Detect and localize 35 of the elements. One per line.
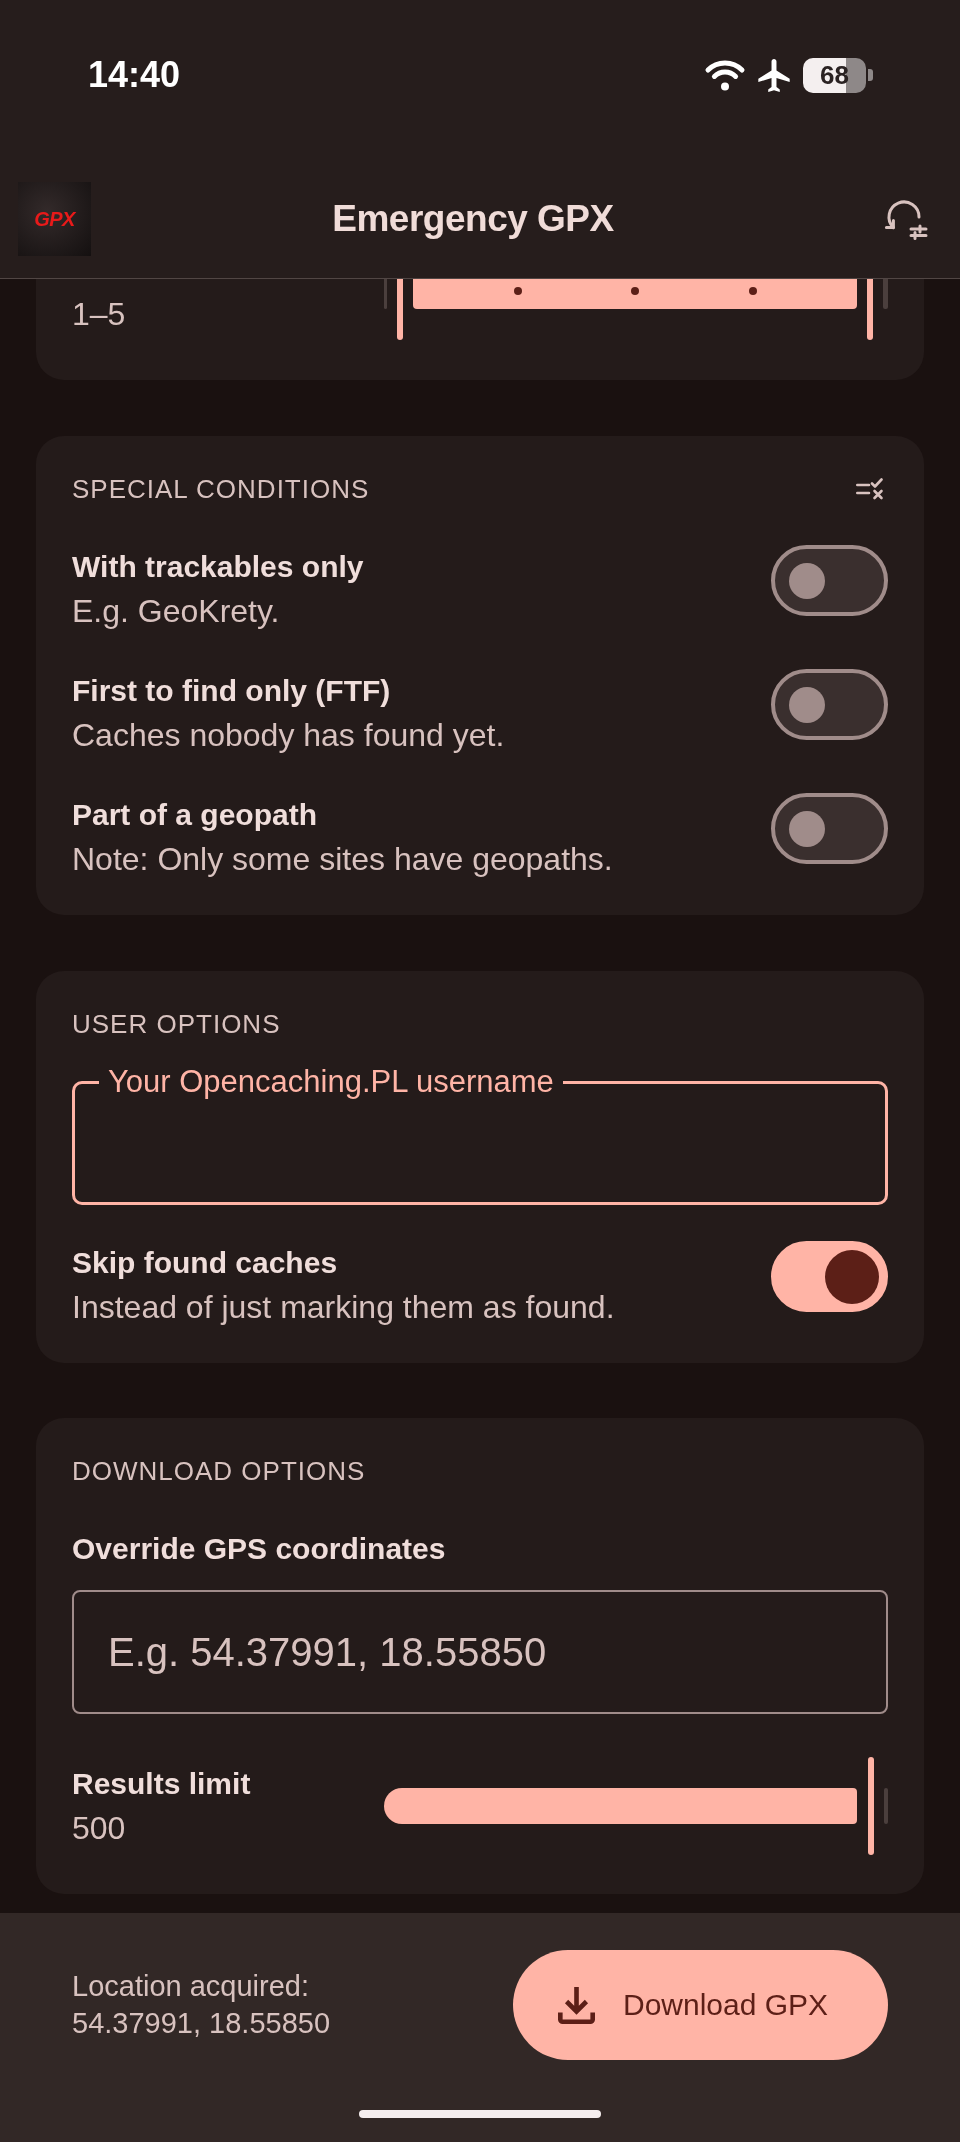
option-title: With trackables only <box>72 549 364 585</box>
wifi-icon <box>704 59 746 91</box>
step-dot-icon <box>631 287 639 295</box>
checklist-icon[interactable] <box>856 478 884 500</box>
section-title: USER OPTIONS <box>72 1009 281 1039</box>
option-title: Part of a geopath <box>72 797 318 833</box>
status-time: 14:40 <box>88 55 181 95</box>
range-value: 1–5 <box>72 295 126 334</box>
slider-thumb[interactable] <box>397 279 403 340</box>
slider-value: 500 <box>72 1809 126 1848</box>
option-title: First to find only (FTF) <box>72 673 391 709</box>
airplane-icon <box>758 58 790 92</box>
coordinates-field[interactable]: E.g. 54.37991, 18.55850 <box>72 1590 888 1714</box>
field-label: Override GPS coordinates <box>72 1531 446 1567</box>
option-subtitle: Instead of just marking them as found. <box>72 1288 615 1327</box>
location-coordinates: 54.37991, 18.55850 <box>72 2006 331 2041</box>
option-subtitle: Note: Only some sites have geopaths. <box>72 840 613 879</box>
section-title: DOWNLOAD OPTIONS <box>72 1456 366 1486</box>
step-dot-icon <box>513 287 522 295</box>
slider-thumb[interactable] <box>867 279 873 340</box>
circular-arrow-sliders-icon[interactable] <box>884 198 928 240</box>
inactive-track <box>884 1788 888 1824</box>
step-dot-icon <box>748 287 757 295</box>
option-subtitle: Caches nobody has found yet. <box>72 716 505 755</box>
option-title: Skip found caches <box>72 1245 338 1281</box>
slider-label: Results limit <box>72 1766 251 1802</box>
app-logo: GPX <box>18 182 91 256</box>
app-title: Emergency GPX <box>332 197 614 241</box>
slider-thumb[interactable] <box>868 1757 874 1855</box>
location-label: Location acquired: <box>72 1969 309 2004</box>
download-icon <box>558 1986 595 2024</box>
download-button[interactable]: Download GPX <box>513 1950 888 2060</box>
option-subtitle: E.g. GeoKrety. <box>72 592 280 631</box>
username-field[interactable]: Your Opencaching.PL username <box>72 1066 888 1205</box>
section-title: SPECIAL CONDITIONS <box>72 474 370 504</box>
